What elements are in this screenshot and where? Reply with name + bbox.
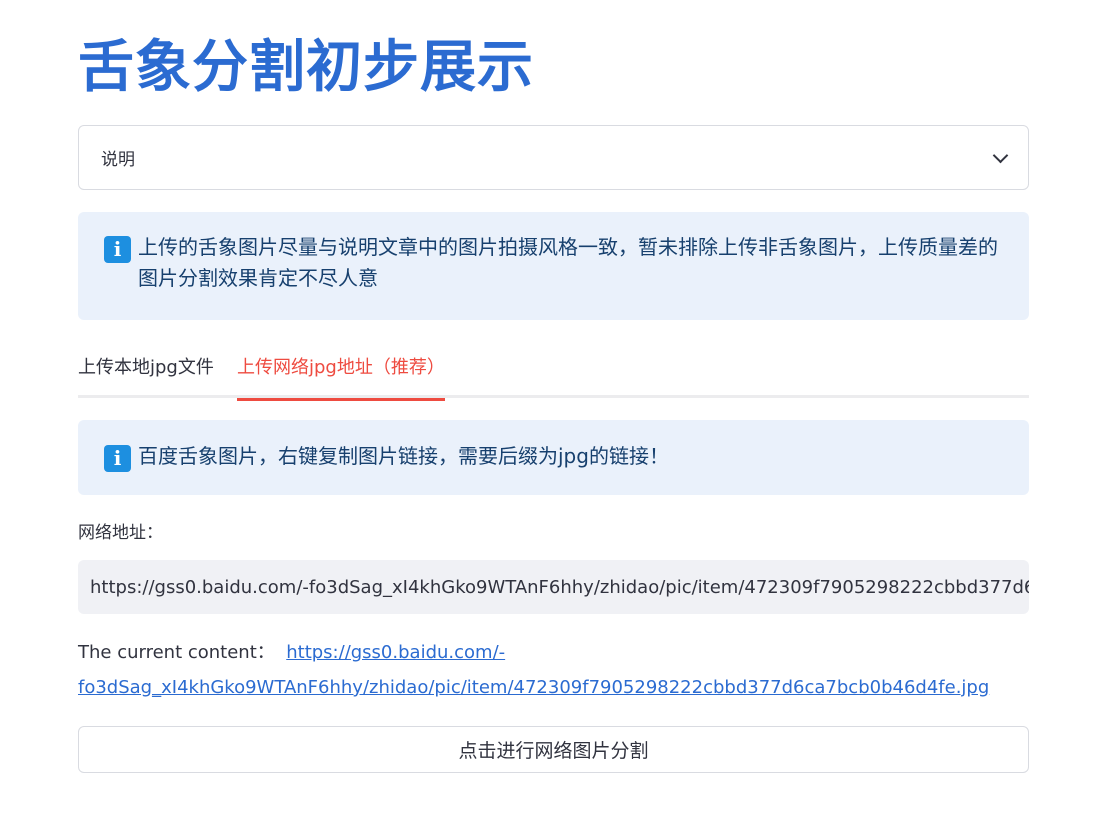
url-field-label: 网络地址：	[78, 523, 163, 543]
current-content: The current content： https://gss0.baidu.…	[78, 635, 1029, 705]
page-title: 舌象分割初步展示	[78, 35, 534, 100]
info-icon: i	[104, 445, 131, 472]
upload-tabs: 上传本地jpg文件 上传网络jpg地址（推荐）	[78, 345, 1029, 401]
chevron-down-icon	[992, 147, 1009, 163]
url-input[interactable]	[78, 560, 1029, 614]
link-note-alert: i 百度舌象图片，右键复制图片链接，需要后缀为jpg的链接！	[78, 420, 1029, 495]
expander-label: 说明	[101, 150, 135, 170]
upload-note-alert: i 上传的舌象图片尽量与说明文章中的图片拍摄风格一致，暂未排除上传非舌象图片，上…	[78, 212, 1029, 320]
instructions-expander[interactable]: 说明	[78, 125, 1029, 190]
link-note-text: 百度舌象图片，右键复制图片链接，需要后缀为jpg的链接！	[138, 444, 669, 468]
segment-web-image-button[interactable]: 点击进行网络图片分割	[78, 726, 1029, 773]
current-content-prefix: The current content：	[78, 642, 275, 663]
tab-local-jpg[interactable]: 上传本地jpg文件	[78, 345, 214, 398]
info-icon: i	[104, 236, 131, 263]
tab-web-jpg[interactable]: 上传网络jpg地址（推荐）	[237, 345, 445, 401]
upload-note-text: 上传的舌象图片尽量与说明文章中的图片拍摄风格一致，暂未排除上传非舌象图片，上传质…	[138, 235, 998, 290]
